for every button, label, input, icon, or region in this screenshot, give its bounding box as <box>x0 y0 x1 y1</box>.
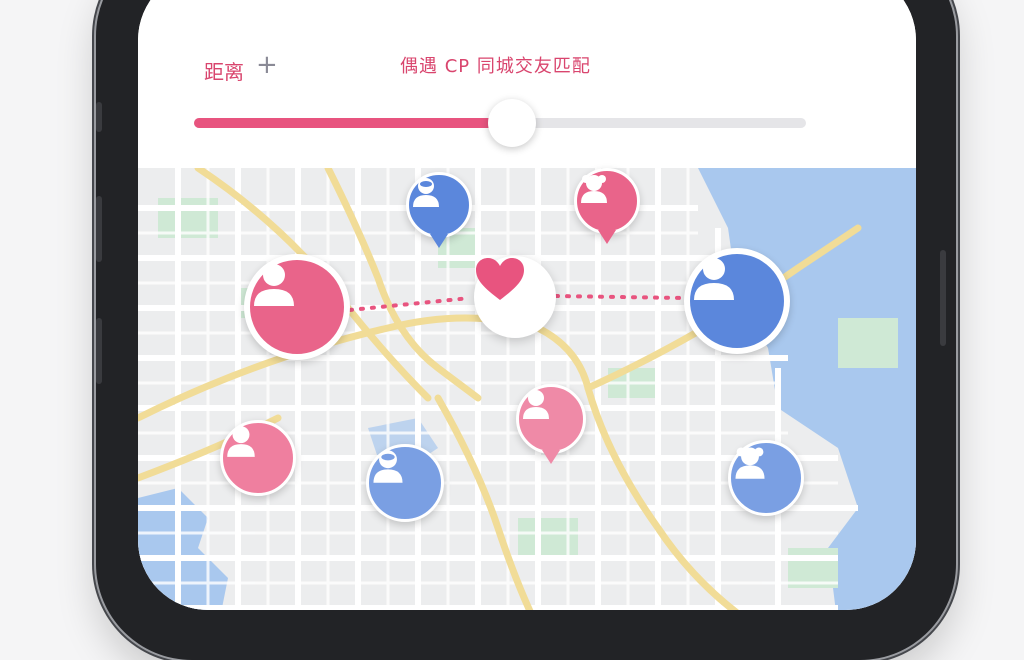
slider-fill <box>194 118 513 128</box>
power-button <box>940 250 946 346</box>
pin-tail <box>430 234 448 248</box>
pin-tail <box>542 450 560 464</box>
user-pin-pink-left[interactable] <box>220 420 296 496</box>
map-view[interactable] <box>138 168 916 610</box>
plus-icon[interactable]: + <box>256 50 278 80</box>
person-icon <box>220 420 296 496</box>
match-heart-center[interactable] <box>474 256 556 338</box>
user-pin-pink-top[interactable] <box>574 168 640 252</box>
person-icon <box>684 248 790 354</box>
user-pin-pink-center[interactable] <box>516 384 586 470</box>
phone-screen: 距离 + 偶遇 CP 同城交友匹配 <box>138 0 916 610</box>
app-title: 偶遇 CP 同城交友匹配 <box>400 56 591 77</box>
user-avatar-icon <box>574 168 640 234</box>
person-icon <box>244 254 350 360</box>
user-avatar-icon <box>406 172 472 238</box>
volume-up-button <box>96 196 102 262</box>
slider-thumb[interactable] <box>488 99 537 147</box>
user-avatar-icon <box>366 444 444 522</box>
user-pin-blue-right[interactable] <box>728 440 804 516</box>
user-pin-blue-bottom[interactable] <box>366 444 444 522</box>
user-avatar-icon <box>728 440 804 516</box>
distance-slider[interactable] <box>194 99 806 147</box>
volume-down-button <box>96 318 102 384</box>
matched-user-blue[interactable] <box>684 248 790 354</box>
user-pin-blue-top[interactable] <box>406 172 472 256</box>
person-icon <box>516 384 586 454</box>
matched-user-pink[interactable] <box>244 254 350 360</box>
app-header: 距离 + 偶遇 CP 同城交友匹配 <box>138 0 916 168</box>
heart-icon <box>476 258 524 300</box>
mute-switch <box>96 102 102 132</box>
pin-tail <box>598 230 616 244</box>
distance-label: 距离 <box>204 60 244 84</box>
